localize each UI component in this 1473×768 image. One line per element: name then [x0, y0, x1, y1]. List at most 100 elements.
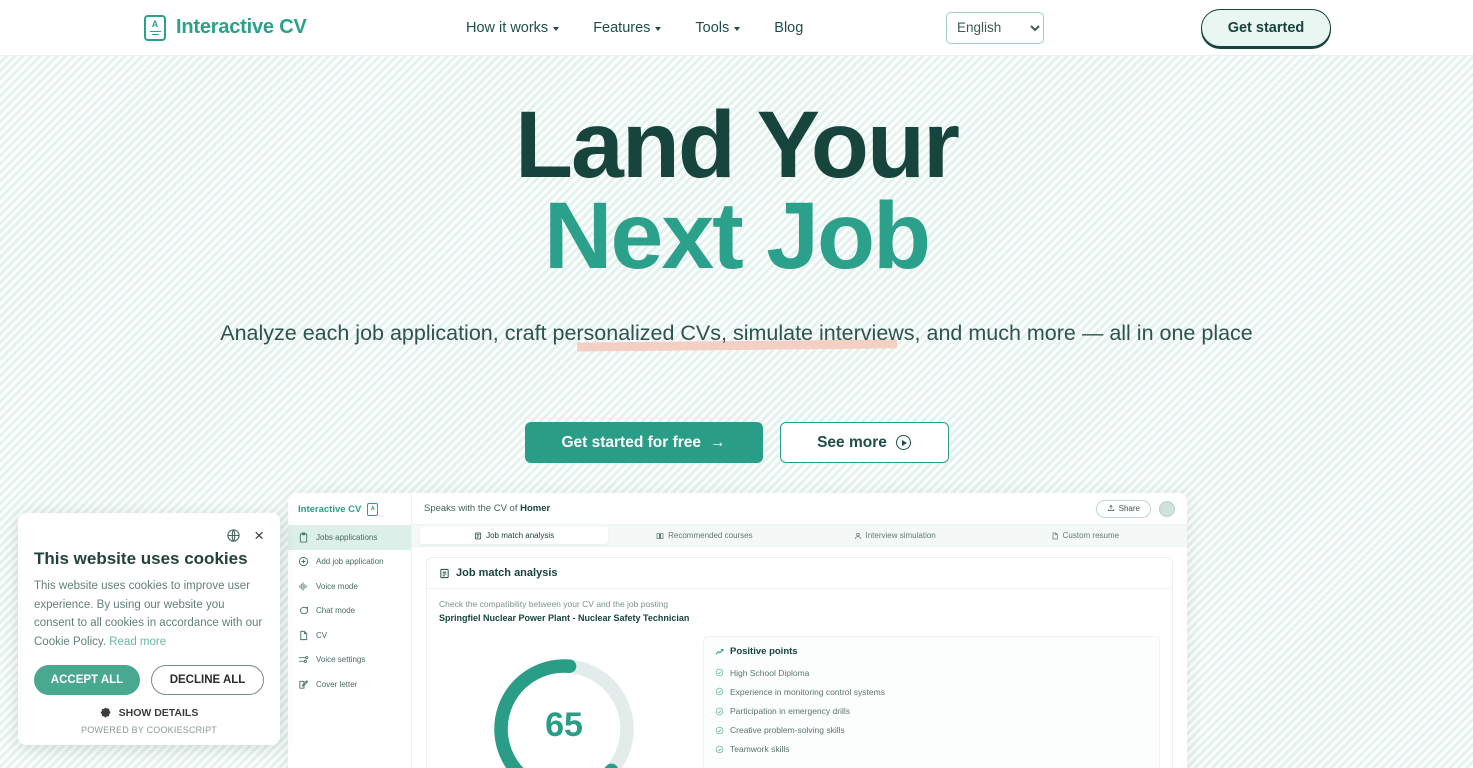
- tab-label: Custom resume: [1062, 531, 1120, 540]
- arrow-right-icon: →: [710, 433, 726, 451]
- positive-points-card: Positive points High School Diploma Expe…: [703, 636, 1160, 768]
- hero-subtitle: Analyze each job application, craft pers…: [220, 321, 1253, 345]
- show-details-button[interactable]: SHOW DETAILS: [34, 707, 264, 719]
- accept-all-button[interactable]: ACCEPT ALL: [34, 664, 141, 695]
- nav-label: How it works: [466, 19, 549, 36]
- site-header: A Interactive CV How it works Features T…: [0, 0, 1473, 56]
- panel-description: Check the compatibility between your CV …: [427, 589, 1172, 626]
- cv-document-icon: A: [144, 14, 166, 41]
- list-item: Experience in monitoring control systems: [715, 682, 1148, 701]
- globe-icon[interactable]: [226, 528, 241, 543]
- tab-job-match-analysis[interactable]: Job match analysis: [420, 527, 609, 544]
- plus-circle-icon: [298, 556, 309, 567]
- clipboard-icon: [298, 532, 309, 543]
- list-item-label: Participation in emergency drills: [730, 706, 850, 717]
- app-main-area: Speaks with the CV of Homer Share Job ma…: [412, 493, 1187, 768]
- app-content: Job match analysis Check the compatibili…: [412, 547, 1187, 768]
- chevron-down-icon: [655, 26, 662, 31]
- sidebar-item-cv[interactable]: CV: [288, 623, 411, 648]
- nav-item-features[interactable]: Features: [593, 19, 662, 36]
- job-match-analysis-panel: Job match analysis Check the compatibili…: [426, 557, 1173, 768]
- avatar[interactable]: [1159, 500, 1175, 517]
- speaks-with-cv-label: Speaks with the CV of Homer: [424, 503, 550, 514]
- pencil-square-icon: [298, 679, 309, 690]
- tab-custom-resume[interactable]: Custom resume: [991, 527, 1179, 544]
- sidebar-item-label: Jobs applications: [316, 532, 378, 542]
- cv-document-icon: A: [367, 502, 379, 516]
- share-button[interactable]: Share: [1095, 499, 1151, 518]
- nav-item-blog[interactable]: Blog: [774, 20, 803, 36]
- job-posting-name: Springfiel Nuclear Power Plant - Nuclear…: [439, 613, 690, 624]
- cta-primary-label: Get started for free: [561, 433, 702, 451]
- tab-recommended-courses[interactable]: Recommended courses: [610, 527, 798, 544]
- sidebar-item-voice-settings[interactable]: Voice settings: [288, 648, 411, 673]
- app-topbar: Speaks with the CV of Homer Share: [412, 493, 1187, 525]
- check-circle-icon: [715, 726, 724, 735]
- sidebar-item-voice-mode[interactable]: Voice mode: [288, 574, 411, 599]
- language-selector[interactable]: English: [946, 11, 1044, 44]
- cookie-consent-banner: × This website uses cookies This website…: [18, 513, 280, 745]
- sidebar-item-add-job-application[interactable]: Add job application: [288, 550, 411, 575]
- chevron-down-icon: [734, 26, 741, 31]
- check-circle-icon: [715, 668, 724, 677]
- sidebar-item-label: Add job application: [316, 557, 384, 567]
- nav-label: Features: [593, 19, 651, 36]
- gear-icon: [100, 707, 112, 719]
- decline-all-button[interactable]: DECLINE ALL: [151, 664, 264, 695]
- list-item: Creative problem-solving skills: [715, 721, 1148, 740]
- analysis-icon: [439, 568, 450, 579]
- nav-item-how-it-works[interactable]: How it works: [466, 19, 560, 36]
- panel-header: Job match analysis: [427, 558, 1172, 589]
- cookie-banner-controls: ×: [34, 527, 264, 544]
- app-sidebar: Interactive CV A Jobs applications Add j…: [288, 493, 412, 768]
- cookie-banner-powered-by: POWERED BY COOKIESCRIPT: [81, 724, 217, 735]
- sidebar-item-label: Chat mode: [316, 606, 356, 616]
- sidebar-item-cover-letter[interactable]: Cover letter: [288, 672, 411, 697]
- list-item-label: Creative problem-solving skills: [730, 725, 845, 736]
- app-sidebar-brand: Interactive CV A: [288, 493, 411, 525]
- close-icon[interactable]: ×: [254, 527, 264, 544]
- nav-label: Tools: [695, 19, 730, 36]
- get-started-for-free-button[interactable]: Get started for free →: [524, 422, 763, 463]
- main-navigation: How it works Features Tools Blog: [466, 20, 803, 36]
- app-tab-bar: Job match analysis Recommended courses I…: [412, 525, 1187, 547]
- sidebar-item-chat-mode[interactable]: Chat mode: [288, 599, 411, 624]
- share-label: Share: [1118, 504, 1140, 513]
- resume-icon: [1051, 532, 1059, 540]
- sidebar-item-label: Voice mode: [316, 581, 358, 591]
- tab-label: Interview simulation: [865, 531, 936, 540]
- cookie-banner-body: This website uses cookies to improve use…: [34, 577, 264, 652]
- speaks-cv-name: Homer: [520, 503, 551, 514]
- trend-up-icon: [715, 647, 725, 657]
- match-score-column: 65: [439, 636, 689, 768]
- panel-description-text: Check the compatibility between your CV …: [439, 599, 669, 609]
- list-item-label: Experience in monitoring control systems: [730, 686, 885, 697]
- list-item-label: Teamwork skills: [730, 744, 790, 755]
- read-more-link[interactable]: Read more: [109, 636, 166, 648]
- list-item: High School Diploma: [715, 663, 1148, 682]
- see-more-button[interactable]: See more: [779, 422, 949, 463]
- check-circle-icon: [715, 707, 724, 716]
- sliders-icon: [298, 654, 309, 665]
- check-circle-icon: [715, 687, 724, 696]
- cookie-banner-title: This website uses cookies: [34, 549, 248, 568]
- tab-interview-simulation[interactable]: Interview simulation: [801, 527, 989, 544]
- sidebar-item-jobs-applications[interactable]: Jobs applications: [288, 525, 411, 550]
- chat-bubble-icon: [298, 605, 309, 616]
- cta-secondary-label: See more: [817, 433, 887, 451]
- sidebar-item-label: Cover letter: [316, 679, 358, 689]
- chevron-down-icon: [553, 26, 560, 31]
- sidebar-item-label: CV: [316, 630, 328, 640]
- page-title: Land Your Next Job: [0, 97, 1473, 283]
- list-item: Teamwork skills: [715, 740, 1148, 759]
- hero-cta-row: Get started for free → See more: [0, 422, 1473, 463]
- panel-columns: 65 Positive points High School Diploma E…: [427, 626, 1172, 768]
- brand-logo[interactable]: A Interactive CV: [144, 14, 307, 41]
- get-started-button[interactable]: Get started: [1201, 8, 1331, 47]
- app-sidebar-title: Interactive CV: [298, 503, 362, 515]
- sidebar-item-label: Voice settings: [316, 655, 366, 665]
- match-score-gauge: 65: [489, 654, 639, 768]
- nav-item-tools[interactable]: Tools: [695, 19, 741, 36]
- list-item: Participation in emergency drills: [715, 701, 1148, 720]
- show-details-label: SHOW DETAILS: [118, 706, 199, 719]
